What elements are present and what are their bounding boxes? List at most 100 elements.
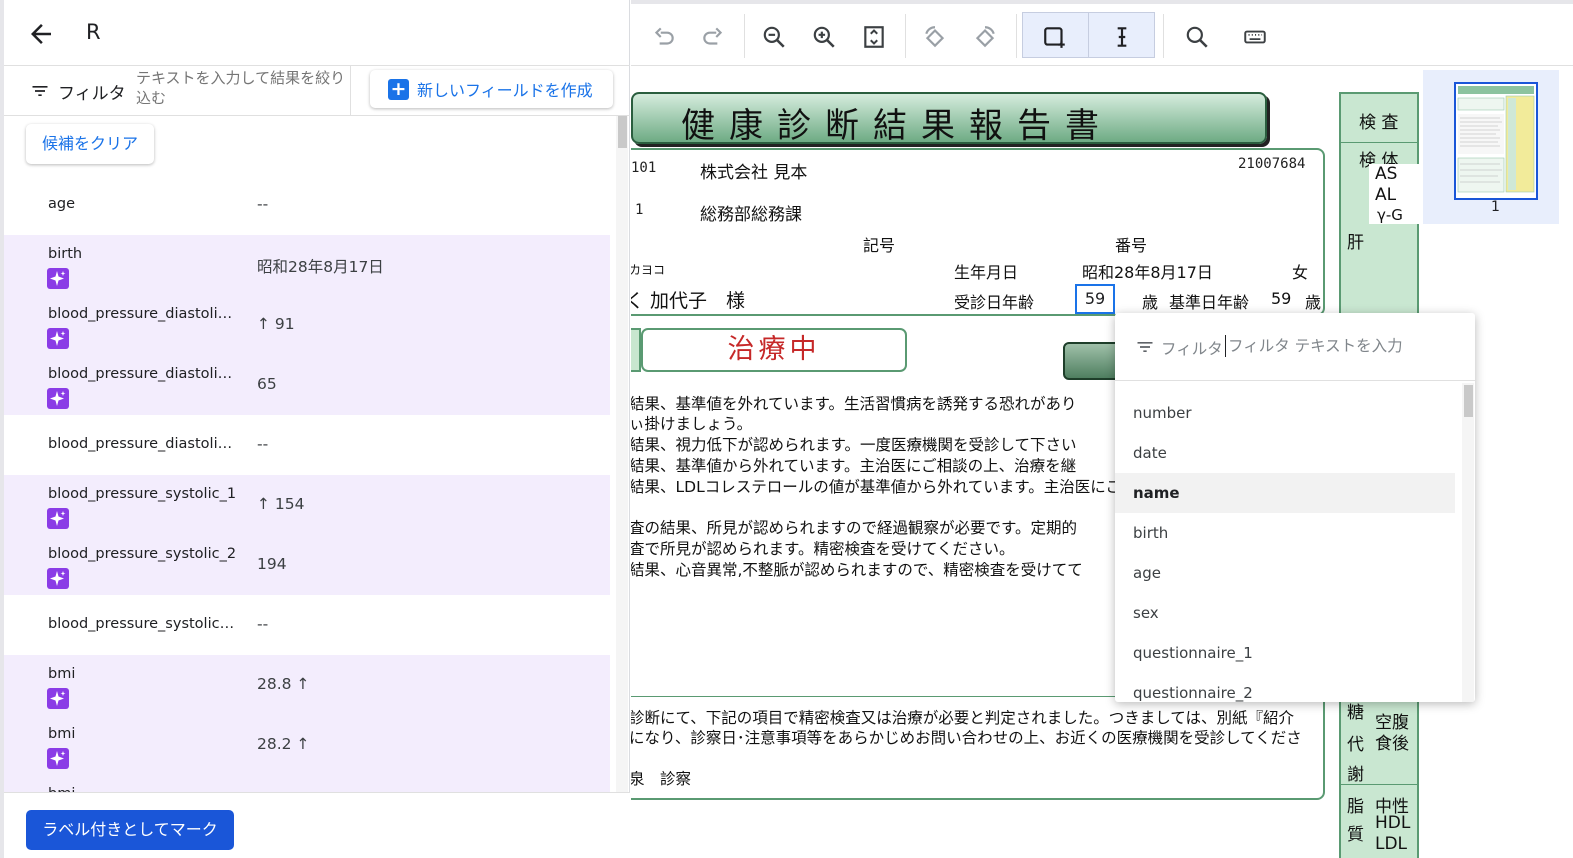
clear-suggestions-button[interactable]: 候補をクリア xyxy=(26,124,154,164)
filter-button[interactable]: フィルタ xyxy=(30,78,126,104)
keyboard-shortcuts-button[interactable] xyxy=(1234,16,1276,58)
field-group: birth 昭和28年8月17日 blood_pressure_diastoli… xyxy=(4,235,610,415)
doc-code: 101 xyxy=(631,160,657,176)
table-item: 食後 xyxy=(1375,734,1409,754)
fit-page-button[interactable] xyxy=(853,16,895,58)
field-name: bmi xyxy=(48,666,76,682)
doc-line: 結果、LDLコレステロールの値が基準値から外れています。主治医にこ xyxy=(631,478,1121,496)
page-thumbnail[interactable]: 1 xyxy=(1423,70,1559,224)
field-value: 28.2 ↑ xyxy=(257,735,310,753)
doc-exam-age-value[interactable]: 59 xyxy=(1075,284,1115,314)
table-item: HDL xyxy=(1375,813,1411,833)
field-row[interactable]: birth 昭和28年8月17日 xyxy=(4,235,610,295)
fields-scrollbar-thumb[interactable] xyxy=(618,116,627,148)
table-rule xyxy=(1341,142,1419,143)
document-title: R xyxy=(86,20,101,44)
field-name: blood_pressure_diastolic_... xyxy=(48,436,238,452)
fit-page-icon xyxy=(864,26,884,48)
rotate-left-button[interactable] xyxy=(914,16,956,58)
table-category: 脂 xyxy=(1347,797,1364,817)
filter-icon xyxy=(1137,342,1153,352)
table-category: 謝 xyxy=(1347,765,1364,785)
toolbar-divider xyxy=(905,14,906,58)
table-category: 代 xyxy=(1347,735,1364,755)
redo-icon xyxy=(703,27,723,45)
toolbar-divider xyxy=(1088,12,1089,58)
field-value: -- xyxy=(257,435,269,453)
doc-company: 株式会社 見本 xyxy=(700,163,808,183)
table-category: 質 xyxy=(1347,825,1364,845)
field-row[interactable]: blood_pressure_systolic_... -- xyxy=(4,595,610,655)
sparkle-icon xyxy=(47,328,69,349)
sparkle-icon xyxy=(47,388,69,409)
field-value: -- xyxy=(257,615,269,633)
table-item: AL xyxy=(1375,185,1397,205)
doc-line: 査の結果、所見が認められますので経過観察が必要です。定期的 xyxy=(631,519,1077,537)
field-group: blood_pressure_systolic_1 ↑ 154 blood_pr… xyxy=(4,475,610,595)
doc-birth-label: 生年月日 xyxy=(954,263,1019,282)
doc-exam-age-label: 受診日年齢 xyxy=(954,293,1035,312)
rotate-left-icon xyxy=(925,26,945,48)
undo-button[interactable] xyxy=(643,16,685,58)
field-name: blood_pressure_systolic_1 xyxy=(48,486,237,502)
dropdown-option[interactable]: questionnaire_1 xyxy=(1115,633,1455,673)
field-value: 昭和28年8月17日 xyxy=(257,258,384,276)
sparkle-icon xyxy=(47,748,69,769)
dropdown-option[interactable]: number xyxy=(1115,393,1455,433)
field-value: 28.8 ↑ xyxy=(257,675,310,693)
document-banner: 健康診断結果報告書 xyxy=(631,92,1267,146)
field-row[interactable]: blood_pressure_systolic_2 194 xyxy=(4,535,610,595)
search-button[interactable] xyxy=(1176,16,1218,58)
field-name: blood_pressure_systolic_2 xyxy=(48,546,237,562)
doc-line: 泉 診察 xyxy=(631,770,692,788)
text-select-icon xyxy=(1117,27,1127,47)
dropdown-filter-input[interactable] xyxy=(1225,335,1455,357)
field-row[interactable]: blood_pressure_diastolic_... -- xyxy=(4,415,610,475)
field-row[interactable]: blood_pressure_diastolic_1 ↑ 91 xyxy=(4,295,610,355)
doc-base-age-label: 基準日年齢 xyxy=(1169,293,1250,312)
mark-as-labeled-button[interactable]: ラベル付きとしてマーク xyxy=(26,810,234,850)
field-row[interactable]: blood_pressure_diastolic_2 65 xyxy=(4,355,610,415)
doc-id-number: 21007684 xyxy=(1238,156,1306,172)
back-button[interactable] xyxy=(26,19,56,49)
fields-scrollbar[interactable] xyxy=(616,116,628,792)
doc-line: 結果、視力低下が認められます。一度医療機関を受診して下さい xyxy=(631,436,1077,454)
table-rule xyxy=(1341,784,1419,785)
dropdown-option-highlighted[interactable]: name xyxy=(1115,473,1455,513)
zoom-out-button[interactable] xyxy=(753,16,795,58)
dropdown-option[interactable]: date xyxy=(1115,433,1455,473)
doc-line: ぃ掛けましょう。 xyxy=(631,415,753,433)
bounding-box-tool[interactable] xyxy=(1034,16,1076,58)
doc-treatment-status: 治療中 xyxy=(641,328,907,372)
field-row[interactable]: bmi xyxy=(4,775,610,792)
dropdown-scrollbar[interactable] xyxy=(1462,383,1474,702)
dropdown-option[interactable]: questionnaire_2 xyxy=(1115,673,1455,702)
keyboard-icon xyxy=(1244,30,1266,44)
field-row[interactable]: age -- xyxy=(4,175,610,235)
dropdown-option[interactable]: age xyxy=(1115,553,1455,593)
redo-button[interactable] xyxy=(692,16,734,58)
search-icon xyxy=(1186,26,1208,48)
field-row[interactable]: bmi 28.8 ↑ xyxy=(4,655,610,715)
rotate-right-button[interactable] xyxy=(964,16,1006,58)
filter-input[interactable] xyxy=(136,68,346,112)
doc-line: 査で所見が認められます。精密検査を受けてください。 xyxy=(631,540,1015,558)
doc-sex: 女 xyxy=(1292,263,1309,282)
table-item: γ-G xyxy=(1377,206,1403,224)
filter-label: フィルタ xyxy=(58,83,126,104)
text-select-tool[interactable] xyxy=(1101,16,1143,58)
table-item: LDL xyxy=(1375,834,1408,854)
page-number: 1 xyxy=(1491,199,1500,215)
dropdown-option[interactable]: birth xyxy=(1115,513,1455,553)
doc-line: 結果、基準値から外れています。主治医にご相談の上、治療を継 xyxy=(631,457,1077,475)
field-row[interactable]: blood_pressure_systolic_1 ↑ 154 xyxy=(4,475,610,535)
dropdown-scrollbar-thumb[interactable] xyxy=(1464,385,1473,417)
field-row[interactable]: bmi 28.2 ↑ xyxy=(4,715,610,775)
sparkle-icon xyxy=(47,568,69,589)
zoom-in-button[interactable] xyxy=(803,16,845,58)
field-group: bmi 28.8 ↑ bmi 28.2 ↑ bmi xyxy=(4,655,610,792)
dropdown-option[interactable]: sex xyxy=(1115,593,1455,633)
dropdown-filter-label: フィルタ xyxy=(1161,340,1223,358)
doc-line: 結果、基準値を外れています。生活習慣病を誘発する恐れがあり xyxy=(631,395,1077,413)
create-field-button[interactable]: + 新しいフィールドを作成 xyxy=(370,70,613,108)
